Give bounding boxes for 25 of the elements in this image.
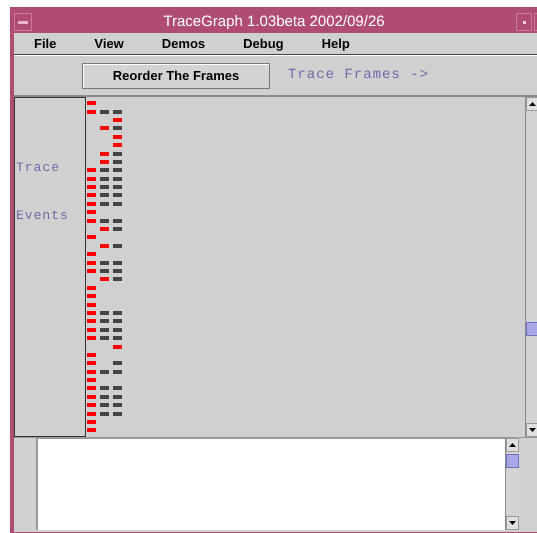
menu-item[interactable]: View	[94, 34, 124, 54]
scroll-thumb[interactable]	[526, 322, 537, 336]
menu-item[interactable]: Help	[322, 34, 350, 54]
menu-item[interactable]: File	[34, 34, 56, 54]
up-arrow-icon	[509, 443, 516, 447]
window-title: TraceGraph 1.03beta 2002/09/26	[162, 12, 386, 32]
scroll-thumb[interactable]	[506, 454, 519, 468]
scroll-up-button[interactable]	[526, 97, 537, 111]
side-label: Events	[15, 207, 70, 225]
dash-icon	[18, 20, 28, 24]
scroll-down-button[interactable]	[526, 423, 537, 437]
menu-item[interactable]: Demos	[162, 34, 206, 54]
scroll-down-button[interactable]	[506, 516, 519, 530]
scroll-up-button[interactable]	[506, 438, 519, 452]
side-label: Trace	[15, 159, 62, 177]
down-arrow-icon	[529, 428, 536, 432]
down-arrow-icon	[509, 521, 516, 525]
trace-frames-label: Trace Frames ->	[288, 66, 430, 85]
scrollbar[interactable]	[525, 97, 537, 437]
up-arrow-icon	[529, 102, 536, 106]
menu-item[interactable]: Debug	[243, 34, 284, 54]
minimize-button[interactable]	[516, 13, 532, 31]
window-menu-button[interactable]	[14, 13, 32, 31]
reorder-button[interactable]: Reorder The Frames	[82, 62, 270, 88]
scrollbar[interactable]	[505, 438, 519, 530]
